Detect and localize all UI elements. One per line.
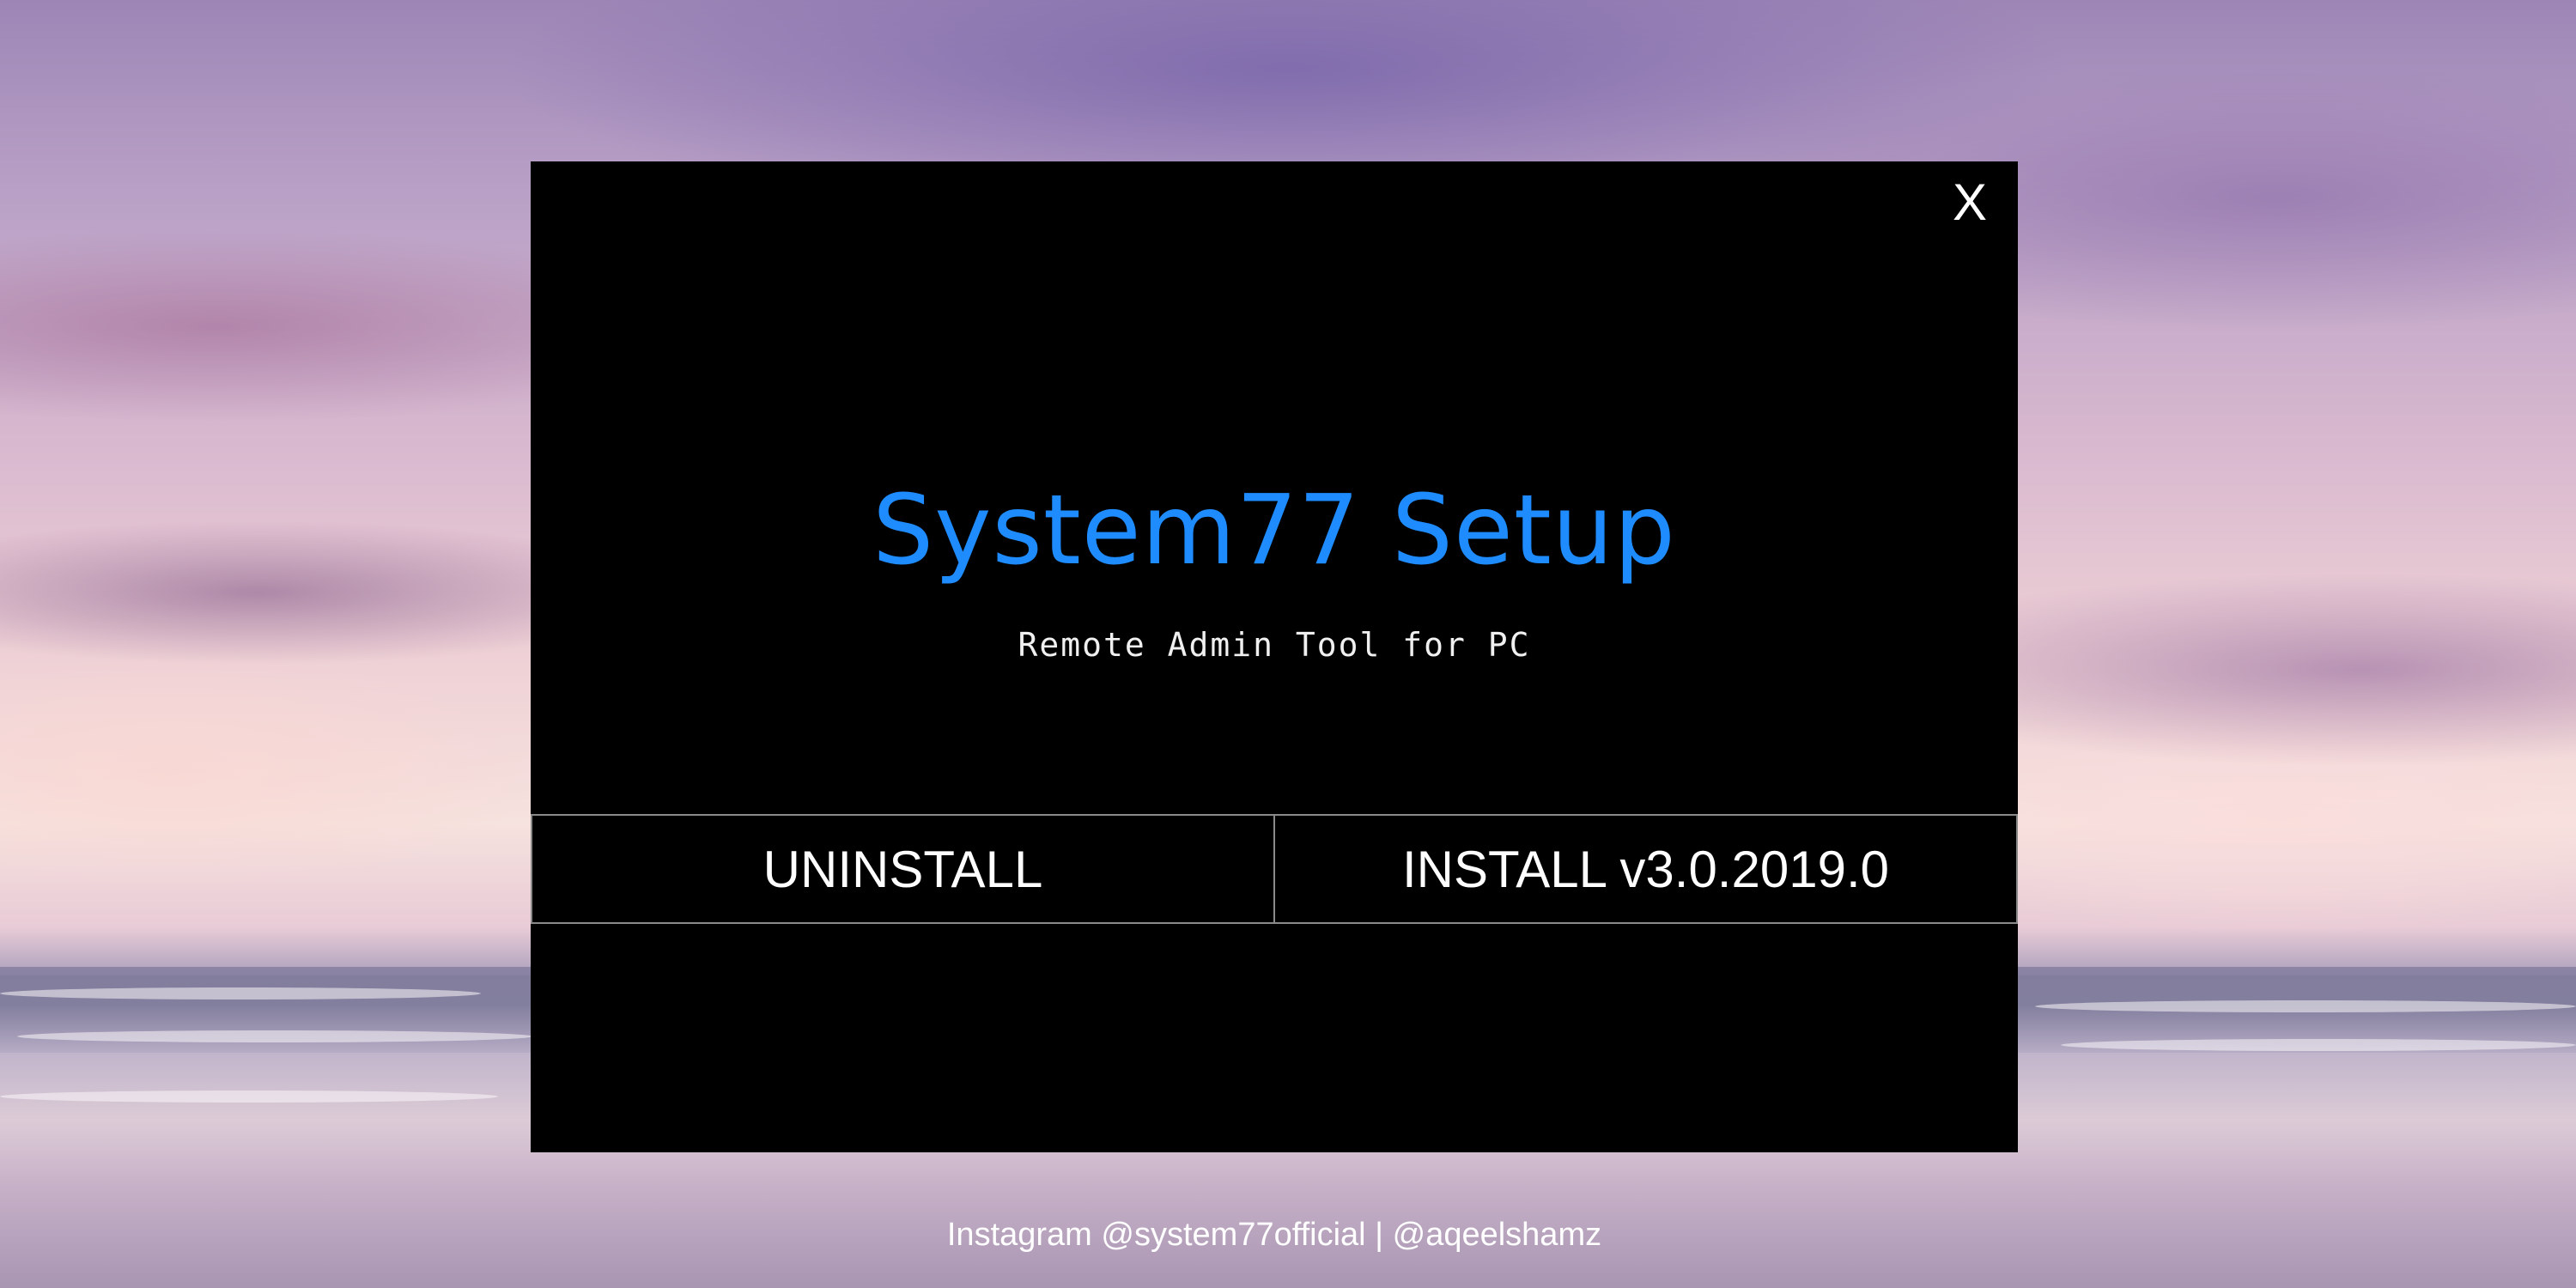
action-button-row: UNINSTALL INSTALL v3.0.2019.0 <box>531 814 2018 924</box>
close-button[interactable]: X <box>1944 177 1996 228</box>
setup-window: X System77 Setup Remote Admin Tool for P… <box>531 161 2018 1253</box>
wallpaper-wave <box>17 1030 532 1042</box>
footer-handle-official: @system77official <box>1101 1217 1366 1253</box>
wallpaper-wave <box>0 987 481 999</box>
install-button[interactable]: INSTALL v3.0.2019.0 <box>1275 816 2018 922</box>
footer-separator: | <box>1365 1217 1393 1253</box>
wallpaper-wave <box>0 1091 498 1103</box>
wallpaper-wave <box>2061 1039 2576 1051</box>
wallpaper-wave <box>2035 1000 2576 1012</box>
footer-handle-personal: @aqeelshamz <box>1392 1217 1602 1253</box>
uninstall-button[interactable]: UNINSTALL <box>531 816 1275 922</box>
footer-credits: Instagram @system77official | @aqeelsham… <box>531 1213 2018 1256</box>
footer-instagram-label: Instagram <box>946 1217 1102 1253</box>
app-title: System77 Setup <box>872 475 1676 586</box>
app-subtitle: Remote Admin Tool for PC <box>1018 626 1531 664</box>
